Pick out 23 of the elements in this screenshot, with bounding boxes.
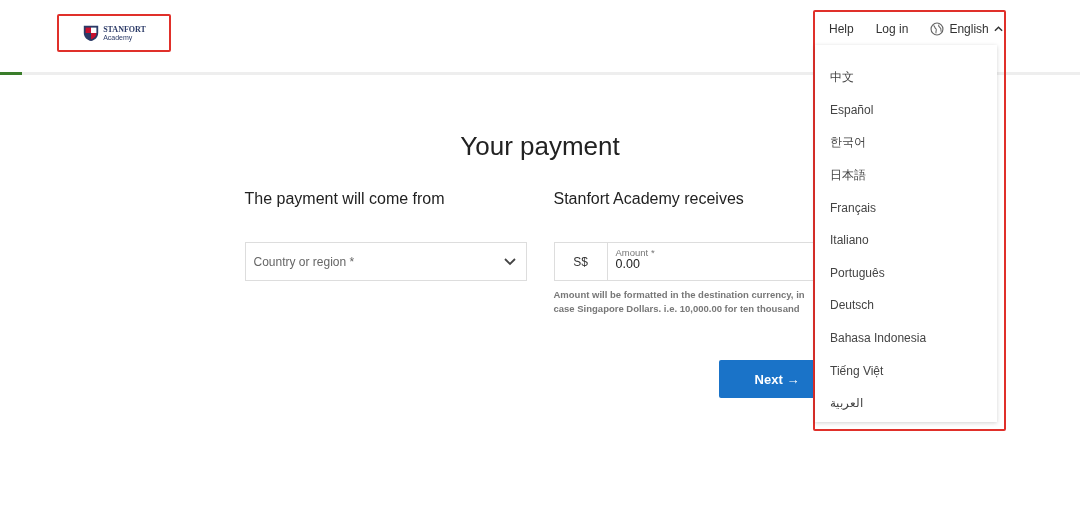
page-title: Your payment — [460, 131, 620, 162]
section-heading: The payment will come from — [244, 190, 446, 208]
logo-name: STANFORT — [103, 25, 146, 34]
language-option[interactable]: Español — [815, 93, 997, 127]
help-text: Amount will be formatted in the destination currency, in — [553, 288, 806, 302]
country-select[interactable]: Country or region * — [244, 242, 527, 281]
language-option[interactable]: Deutsch — [815, 289, 997, 322]
currency-label: S$ — [554, 243, 608, 280]
language-option[interactable]: Italiano — [815, 223, 997, 257]
nav-link[interactable]: Log in — [875, 22, 909, 36]
language-option[interactable]: 한국어 — [815, 126, 997, 159]
section-heading: Stanfort Academy receives — [553, 190, 745, 208]
globe-icon — [930, 22, 945, 36]
language-option[interactable]: Português — [815, 256, 997, 290]
shield-crest-icon — [82, 24, 101, 42]
language-selector[interactable]: English — [930, 22, 1003, 36]
chevron-down-icon — [503, 257, 516, 266]
language-option[interactable]: 中文 — [815, 61, 997, 94]
nav-link[interactable]: Help — [829, 22, 854, 36]
language-option[interactable]: Bahasa Indonesia — [815, 321, 997, 355]
caret-icon — [993, 26, 1003, 32]
language-option[interactable]: 日本語 — [815, 158, 997, 192]
language-option[interactable]: Français — [815, 191, 997, 224]
